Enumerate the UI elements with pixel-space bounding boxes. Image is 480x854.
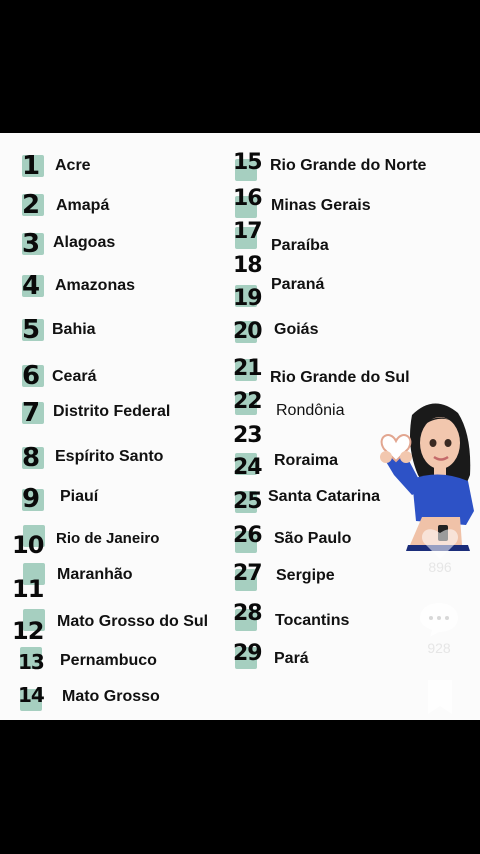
state-name: Roraima: [274, 452, 339, 469]
state-number: 1: [22, 151, 40, 181]
state-name: Minas Gerais: [271, 197, 371, 214]
state-number: 22: [233, 389, 263, 414]
state-name: Rio Grande do Norte: [270, 157, 427, 174]
list-item-3: 3 Alagoas: [18, 229, 218, 259]
heart-icon[interactable]: [420, 525, 460, 561]
state-number: 20: [233, 319, 263, 344]
state-name: Amazonas: [55, 277, 136, 294]
list-item-19: 19: [233, 285, 433, 315]
state-name: Piauí: [60, 488, 99, 505]
state-name: Espírito Santo: [55, 448, 164, 465]
list-item-6: 6 Ceará: [18, 361, 218, 391]
state-name: Amapá: [56, 197, 110, 214]
list-item-10: 10 Rio de Janeiro: [12, 525, 222, 559]
list-item-13: 13 Pernambuco: [18, 647, 218, 677]
state-name: Santa Catarina: [268, 488, 381, 505]
state-name: Alagoas: [53, 234, 116, 251]
state-name: Rio Grande do Sul: [270, 369, 410, 386]
list-item-20: 20 Goiás: [233, 317, 433, 347]
state-name: Tocantins: [275, 612, 350, 629]
state-number: 16: [233, 186, 263, 211]
state-number: 18: [233, 253, 263, 278]
state-name: Ceará: [52, 368, 97, 385]
state-number: 14: [18, 683, 45, 707]
like-count: 896: [428, 559, 452, 575]
list-item-18: 18 Paraná: [233, 253, 433, 293]
state-name: Acre: [55, 157, 91, 174]
state-name: Pernambuco: [60, 652, 157, 669]
state-number: 7: [22, 398, 40, 428]
state-number: 10: [12, 531, 44, 559]
state-number: 15: [233, 150, 263, 175]
bookmark-icon[interactable]: [424, 678, 456, 716]
list-item-12: 12 Mato Grosso do Sul: [12, 609, 232, 645]
list-item-16: 16 Minas Gerais: [233, 188, 433, 218]
state-number: 4: [22, 271, 40, 301]
list-item-9: 9 Piauí: [18, 483, 218, 513]
state-list-panel: 1 Acre 2 Amapá 3 Alagoas 4 Amazonas 5 Ba…: [0, 133, 480, 720]
state-name: Paraíba: [271, 237, 329, 254]
state-name: Bahia: [52, 321, 96, 338]
state-name: Distrito Federal: [53, 403, 171, 420]
list-item-27: 27 Sergipe: [233, 563, 433, 593]
list-item-4: 4 Amazonas: [18, 271, 218, 301]
list-item-29: 29 Pará: [233, 641, 433, 671]
state-number: 29: [233, 641, 263, 666]
state-number: 11: [12, 575, 44, 603]
state-name: Sergipe: [276, 567, 335, 584]
list-item-15: 15 Rio Grande do Norte: [233, 151, 463, 181]
state-number: 9: [22, 484, 40, 514]
state-number: 21: [233, 356, 263, 381]
state-name: Pará: [274, 650, 309, 667]
state-name: Rio de Janeiro: [56, 530, 160, 547]
state-name: São Paulo: [274, 530, 352, 547]
state-number: 8: [22, 443, 40, 473]
list-item-2: 2 Amapá: [18, 190, 218, 220]
list-item-8: 8 Espírito Santo: [18, 443, 218, 473]
state-number: 2: [22, 190, 40, 220]
state-number: 23: [233, 423, 263, 448]
state-number: 6: [22, 361, 40, 391]
state-number: 12: [12, 617, 44, 645]
state-name: Mato Grosso: [62, 688, 160, 705]
state-number: 26: [233, 523, 263, 548]
list-item-5: 5 Bahia: [18, 315, 218, 345]
state-number: 27: [233, 561, 263, 586]
state-number: 28: [233, 601, 263, 626]
state-number: 13: [18, 650, 45, 674]
list-item-11: 11 Maranhão: [12, 563, 222, 603]
list-item-21: 21 Rio Grande do Sul: [233, 355, 463, 386]
state-number: 5: [22, 315, 40, 345]
list-item-17: 17 Paraíba: [233, 219, 433, 254]
list-item-7: 7 Distrito Federal: [18, 398, 218, 428]
state-number: 17: [233, 219, 263, 244]
state-name: Mato Grosso do Sul: [57, 613, 209, 630]
state-name: Maranhão: [57, 566, 133, 583]
state-number: 3: [22, 229, 40, 259]
list-item-1: 1 Acre: [18, 151, 218, 181]
state-name: Rondônia: [276, 402, 345, 419]
state-name: Goiás: [274, 321, 319, 338]
state-number: 19: [233, 286, 263, 311]
state-number: 24: [233, 455, 263, 480]
list-item-28: 28 Tocantins: [233, 603, 433, 633]
list-item-14: 14 Mato Grosso: [18, 683, 218, 713]
state-number: 25: [233, 489, 263, 514]
comment-count: 928: [427, 640, 451, 656]
comment-icon[interactable]: [418, 599, 460, 639]
